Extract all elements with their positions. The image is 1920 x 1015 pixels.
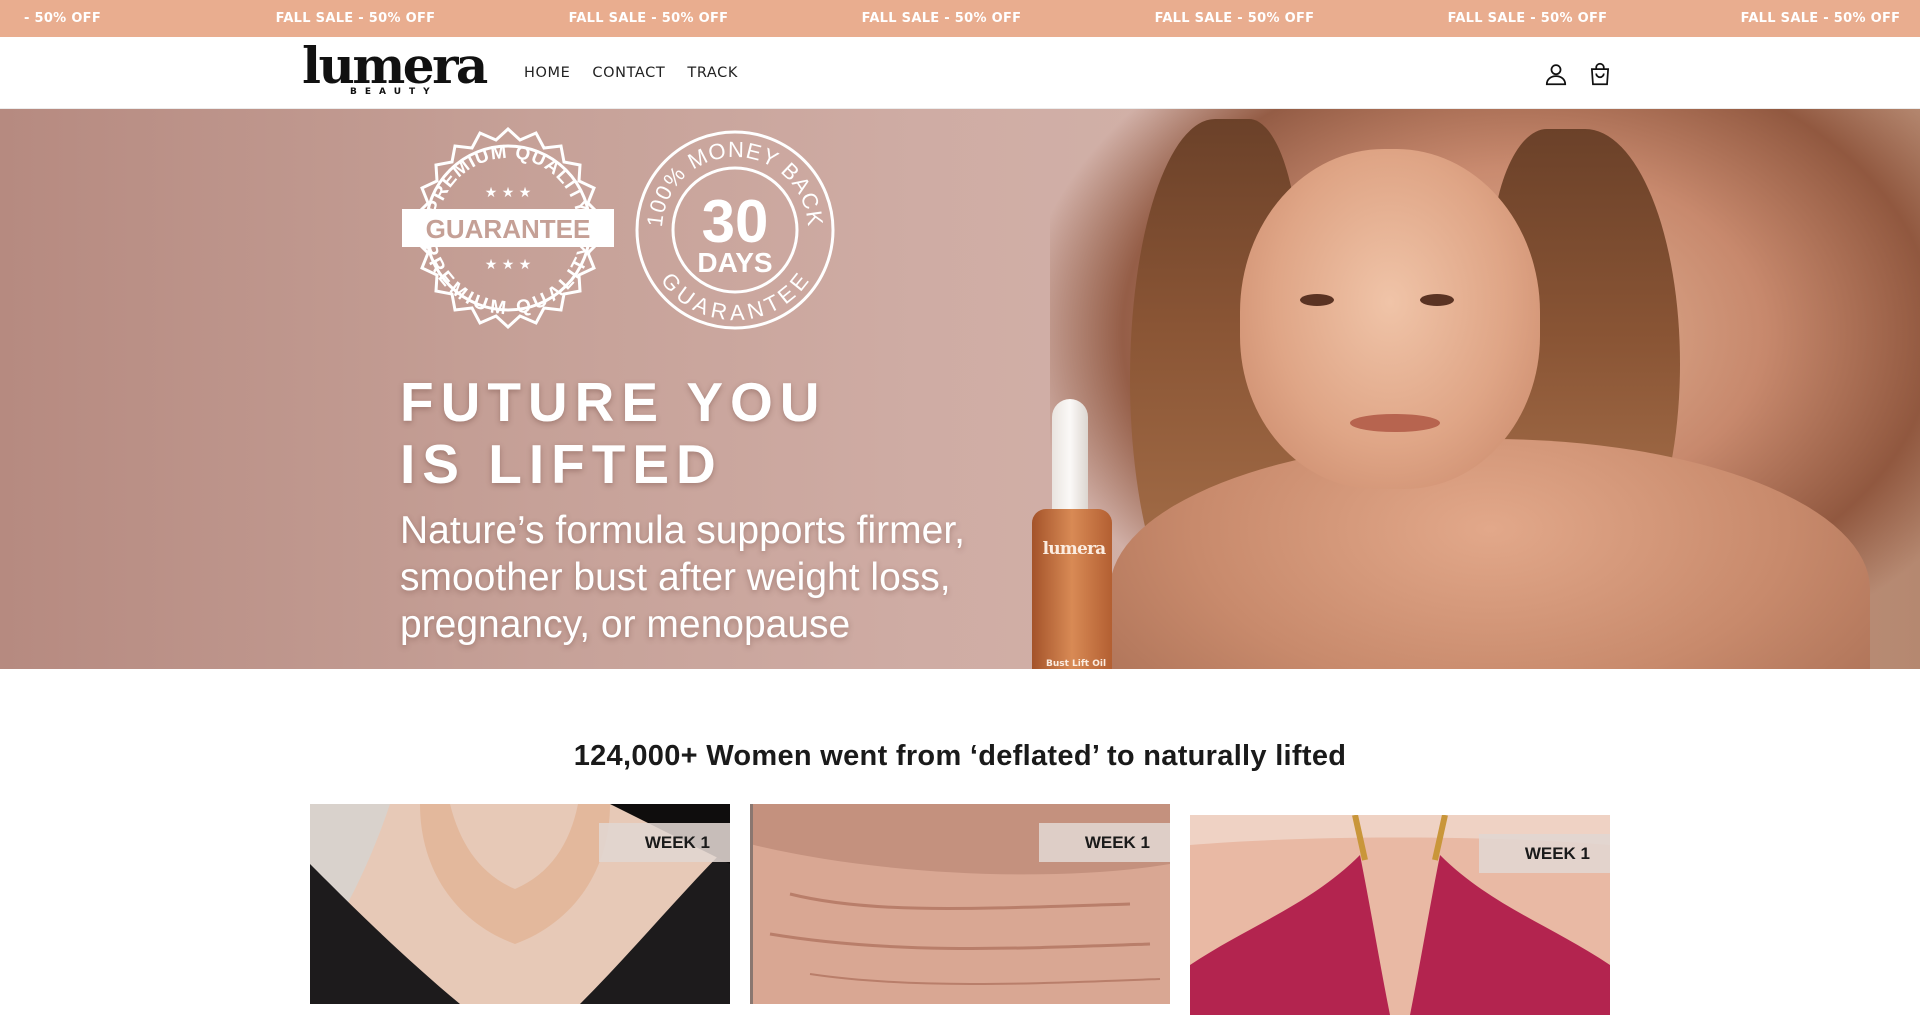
- bottle-label: Bust Lift Oil: [1046, 659, 1107, 669]
- svg-text:PREMIUM QUALITY: PREMIUM QUALITY: [419, 241, 598, 319]
- announcement-item: - 50% OFF: [23, 11, 102, 26]
- announcement-item: FALL SALE - 50% OFF: [275, 11, 436, 26]
- announcement-track: - 50% OFF FALL SALE - 50% OFF FALL SALE …: [0, 0, 1920, 37]
- svg-text:PREMIUM QUALITY: PREMIUM QUALITY: [424, 142, 593, 217]
- badge-days-unit: DAYS: [697, 247, 772, 278]
- svg-text:★ ★ ★: ★ ★ ★: [485, 185, 532, 201]
- announcement-item: FALL SALE - 50% OFF: [1447, 11, 1608, 26]
- bottle-logo: lumera: [1042, 539, 1107, 559]
- hero-model-eye-left: [1300, 294, 1334, 306]
- hero-title-line2: IS LIFTED: [400, 433, 723, 495]
- money-back-seal-icon: 100% MONEY BACK GUARANTEE 30 DAYS: [635, 130, 835, 330]
- week-label: WEEK 1: [1479, 834, 1610, 873]
- nav-home-link[interactable]: HOME: [524, 65, 570, 81]
- logo-wordmark: lumera: [302, 36, 488, 95]
- bottle-dropper: [1052, 399, 1088, 519]
- bottle-body: lumera Bust Lift Oil: [1032, 509, 1112, 669]
- svg-text:★ ★ ★: ★ ★ ★: [485, 257, 532, 273]
- week-label: WEEK 1: [599, 823, 730, 862]
- nav-contact-link[interactable]: CONTACT: [592, 65, 665, 81]
- account-icon[interactable]: [1543, 61, 1569, 87]
- brand-logo[interactable]: lumera BEAUTY: [302, 41, 494, 99]
- hero-model-face: [1240, 149, 1540, 489]
- money-back-badge: 100% MONEY BACK GUARANTEE 30 DAYS: [634, 129, 836, 331]
- hero-model-lips: [1350, 414, 1440, 432]
- main-nav: HOME CONTACT TRACK: [524, 37, 738, 109]
- announcement-bar: - 50% OFF FALL SALE - 50% OFF FALL SALE …: [0, 0, 1920, 37]
- announcement-item: FALL SALE - 50% OFF: [1154, 11, 1315, 26]
- announcement-item: FALL SALE - 50% OFF: [568, 11, 729, 26]
- cart-icon[interactable]: [1587, 61, 1613, 87]
- badge-days-number: 30: [702, 188, 769, 255]
- premium-quality-badge: PREMIUM QUALITY PREMIUM QUALITY ★ ★ ★ ★ …: [400, 126, 616, 330]
- before-after-card[interactable]: WEEK 1: [1190, 815, 1610, 1015]
- site-header: lumera BEAUTY HOME CONTACT TRACK: [0, 37, 1920, 109]
- hero-subtitle: Nature’s formula supports firmer, smooth…: [400, 509, 965, 646]
- hero-banner[interactable]: lumera Bust Lift Oil PREMIUM QUALITY PRE…: [0, 109, 1920, 669]
- testimonials-heading: 124,000+ Women went from ‘deflated’ to n…: [573, 740, 1347, 772]
- week-label: WEEK 1: [1039, 823, 1170, 862]
- premium-quality-seal-icon: PREMIUM QUALITY PREMIUM QUALITY ★ ★ ★ ★ …: [402, 126, 614, 330]
- hero-title-line1: FUTURE YOU: [400, 371, 827, 433]
- product-bottle-image: lumera Bust Lift Oil: [1030, 399, 1150, 669]
- nav-track-link[interactable]: TRACK: [687, 65, 738, 81]
- badge-bottom-arc-text: PREMIUM QUALITY: [419, 241, 597, 319]
- before-after-card[interactable]: WEEK 1: [750, 804, 1170, 1004]
- announcement-item: FALL SALE - 50% OFF: [861, 11, 1022, 26]
- hero-model-eye-right: [1420, 294, 1454, 306]
- badge-top-arc-text: PREMIUM QUALITY: [424, 142, 592, 217]
- logo-subtitle: BEAUTY: [350, 87, 438, 97]
- hero-title: FUTURE YOU IS LIFTED: [400, 371, 827, 495]
- badge-guarantee-text: GUARANTEE: [426, 214, 591, 244]
- before-after-card[interactable]: WEEK 1: [310, 804, 730, 1004]
- announcement-item: FALL SALE - 50% OFF: [1740, 11, 1901, 26]
